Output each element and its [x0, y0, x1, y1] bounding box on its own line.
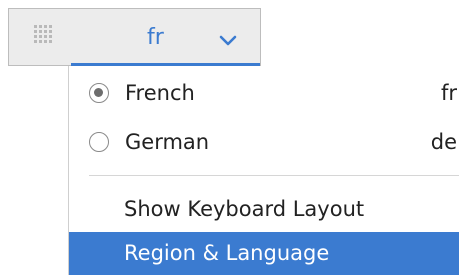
- action-label: Show Keyboard Layout: [124, 197, 365, 221]
- radio-unchecked-icon: [89, 132, 109, 152]
- drag-grip-icon: [34, 25, 54, 45]
- layout-code: de: [430, 130, 457, 154]
- layout-code: fr: [440, 81, 457, 105]
- layout-name: French: [125, 81, 195, 105]
- menu-item-french[interactable]: French fr: [69, 70, 459, 116]
- action-label: Region & Language: [124, 241, 330, 265]
- radio-checked-icon: [89, 83, 109, 103]
- menu-item-show-keyboard-layout[interactable]: Show Keyboard Layout: [69, 186, 459, 232]
- menu-item-region-language[interactable]: Region & Language: [69, 232, 459, 275]
- layout-name: German: [125, 130, 210, 154]
- keyboard-layout-menu: French fr German de Show Keyboard Layout…: [68, 66, 459, 275]
- menu-separator: [89, 175, 459, 176]
- current-layout-label: fr: [147, 25, 164, 50]
- menu-item-german[interactable]: German de: [69, 119, 459, 165]
- chevron-down-icon: [219, 35, 237, 46]
- screen: fr French fr German de Show Keyboard Lay…: [0, 0, 459, 275]
- keyboard-indicator-button[interactable]: fr: [8, 8, 261, 66]
